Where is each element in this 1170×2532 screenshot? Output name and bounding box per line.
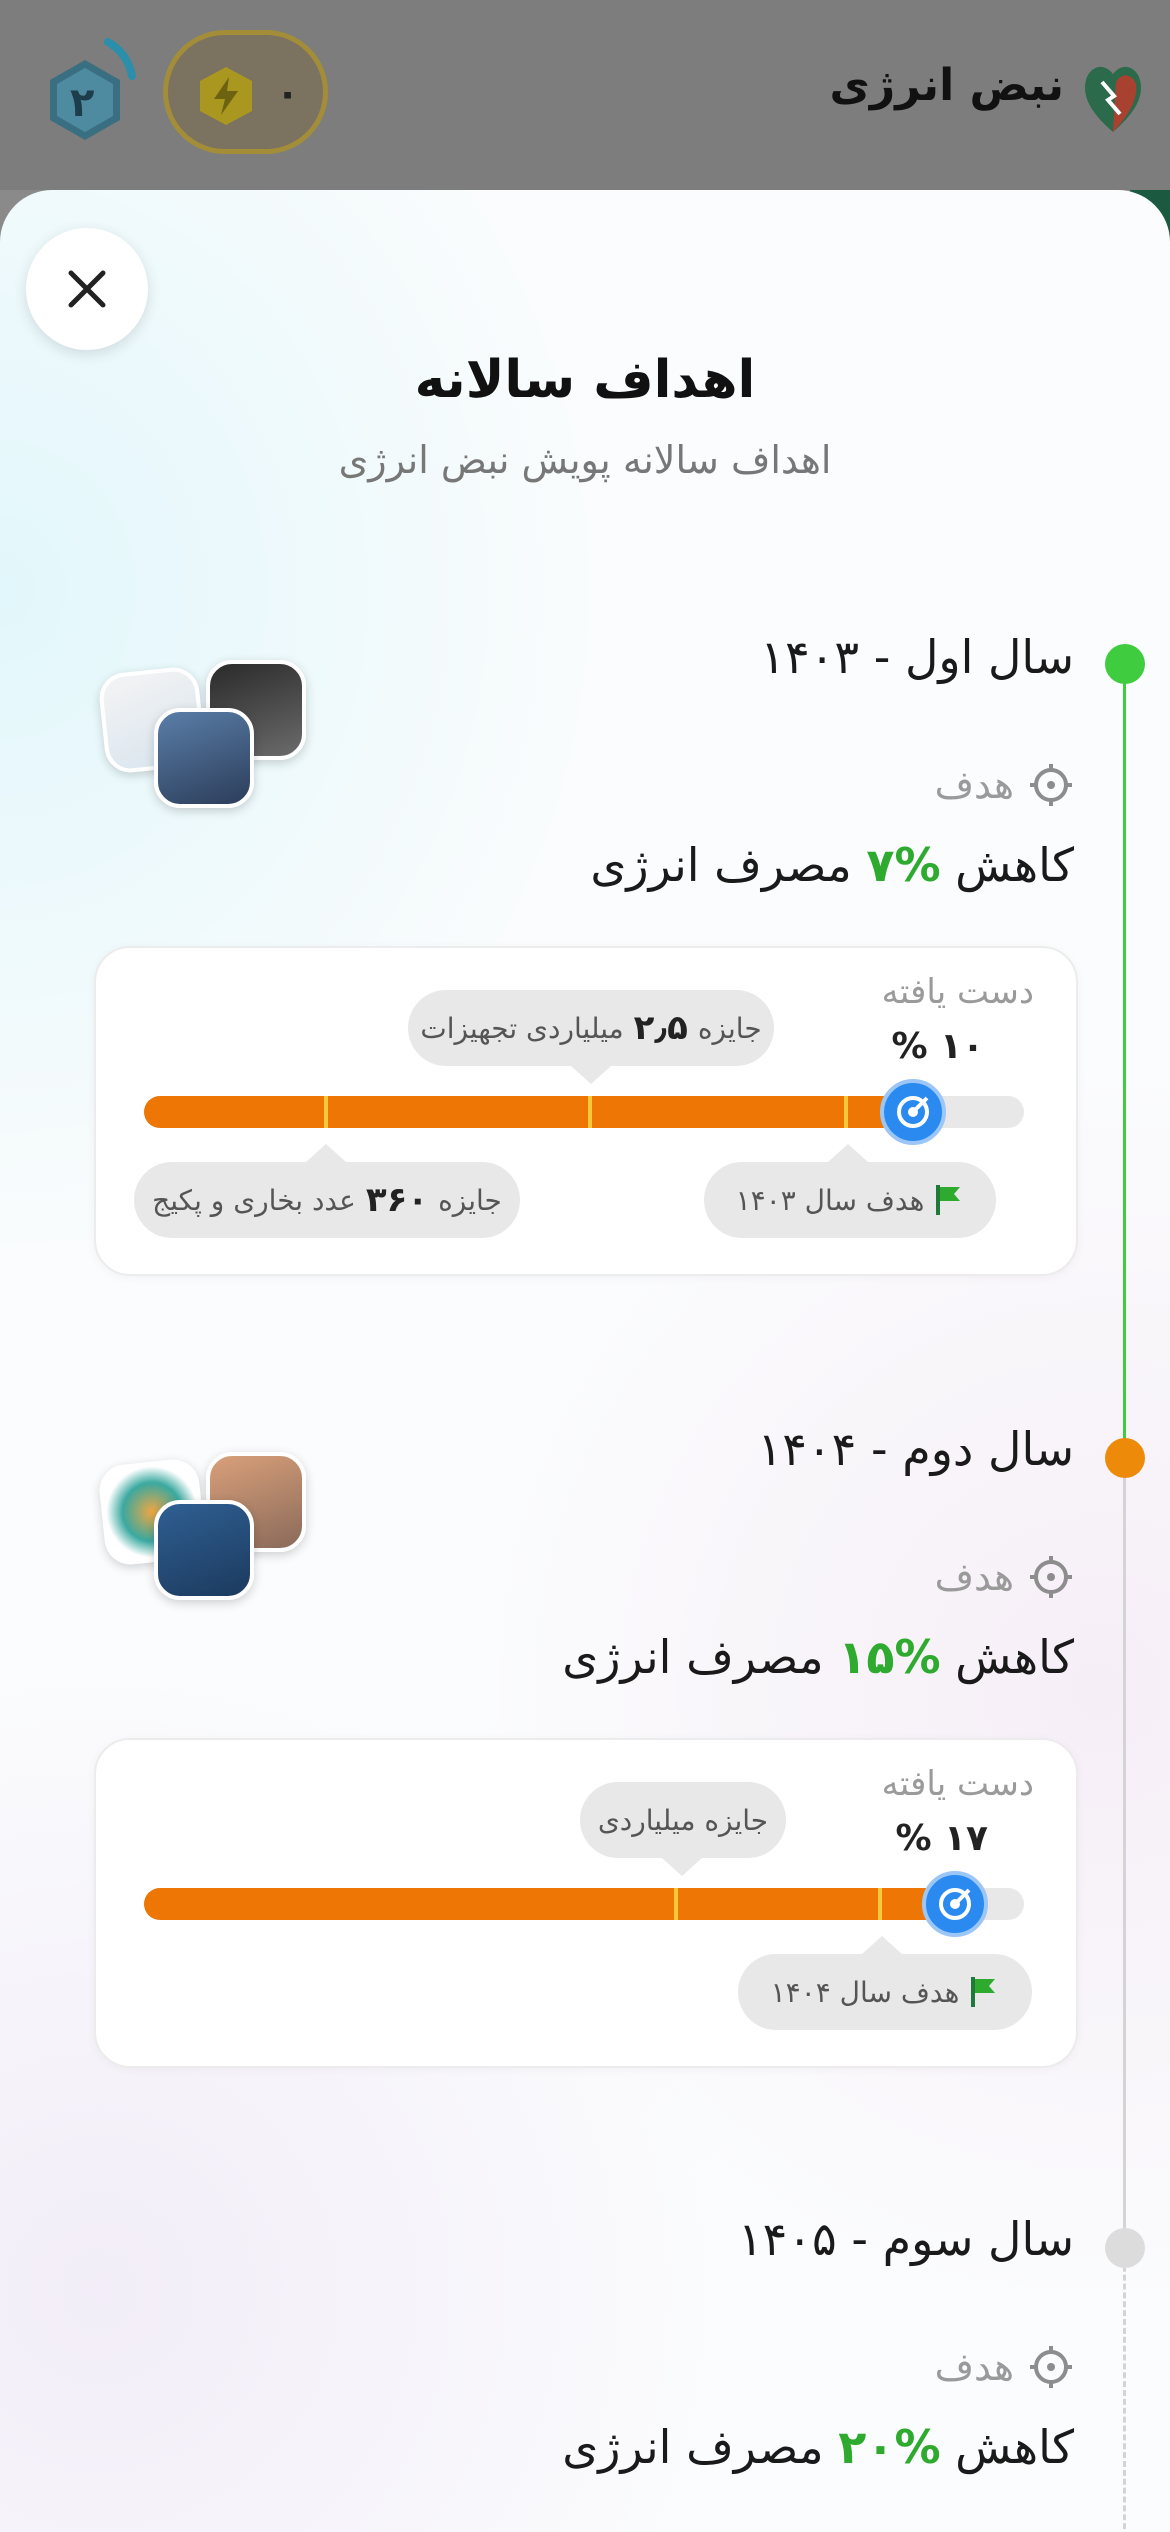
sheet-title: اهداف سالانه xyxy=(414,350,756,410)
goal-suffix: مصرف انرژی xyxy=(562,1630,824,1684)
year-3-title: سال سوم - ۱۴۰۵ xyxy=(737,2212,1074,2266)
year-2-progress-track xyxy=(144,1871,1024,1937)
app-title: نبض انرژی xyxy=(829,60,1064,111)
timeline-dot-year-2 xyxy=(1105,1438,1145,1478)
flag-icon xyxy=(936,1185,961,1215)
year-1-progress-fill xyxy=(144,1096,914,1128)
year-3-goal: کاهش %۲۰ مصرف انرژی xyxy=(562,2420,1074,2474)
achieved-value: ۱۰ % xyxy=(891,1026,984,1067)
sheet-subtitle: اهداف سالانه پویش نبض انرژی xyxy=(338,438,832,482)
level-badge[interactable]: ۲ xyxy=(30,28,140,158)
progress-knob[interactable] xyxy=(880,1079,946,1145)
target-icon xyxy=(1030,2346,1072,2388)
bubble-amount: ۳۶۰ xyxy=(365,1180,429,1220)
bubble-pointer xyxy=(571,1066,611,1084)
year-1-goal-label: هدف xyxy=(935,762,1074,808)
bubble-pointer xyxy=(828,1144,868,1162)
year-2-title: سال دوم - ۱۴۰۴ xyxy=(757,1422,1074,1476)
year-2-progress-fill xyxy=(144,1888,956,1920)
goal-prefix: کاهش xyxy=(955,1630,1074,1684)
goal-prefix: کاهش xyxy=(955,838,1074,892)
bubble-pointer xyxy=(662,1858,702,1876)
energy-coin-counter[interactable]: ۰ xyxy=(163,30,328,154)
target-flag-text: هدف سال ۱۴۰۴ xyxy=(770,1975,960,2009)
year-1-progress-track xyxy=(144,1079,1024,1145)
year-1-progress-card: دست یافته ۱۰ % جایزه ۲٫۵ میلیاردی تجهیزا… xyxy=(94,946,1078,1276)
goal-percent: %۱۵ xyxy=(838,1630,941,1684)
achieved-label: دست یافته xyxy=(881,1764,1034,1804)
timeline-dot-year-3 xyxy=(1105,2228,1145,2268)
bubble-pointer xyxy=(862,1936,902,1954)
goal-percent: %۲۰ xyxy=(838,2420,941,2474)
bubble-text: جایزه میلیاردی xyxy=(597,1803,769,1837)
year-2-goal: کاهش %۱۵ مصرف انرژی xyxy=(562,1630,1074,1684)
bubble-amount: ۲٫۵ xyxy=(633,1008,688,1048)
timeline-line-upcoming xyxy=(1123,2248,1126,2532)
timeline-dot-year-1 xyxy=(1105,644,1145,684)
milestone-tick xyxy=(324,1096,328,1128)
app-header: نبض انرژی ۰ ۲ xyxy=(0,0,1170,190)
target-hit-icon xyxy=(897,1096,929,1128)
bubble-pointer xyxy=(306,1144,346,1162)
achieved-value: ۱۷ % xyxy=(895,1818,988,1859)
milestone-tick xyxy=(878,1888,882,1920)
energy-coin-icon xyxy=(200,67,252,125)
achieved-label: دست یافته xyxy=(881,972,1034,1012)
goal-label-text: هدف xyxy=(934,763,1014,807)
reward-bubble-billion[interactable]: جایزه میلیاردی xyxy=(580,1782,786,1858)
year-2-photo-stack[interactable] xyxy=(96,1452,306,1602)
bubble-text: میلیاردی تجهیزات xyxy=(420,1011,624,1045)
goal-label-text: هدف xyxy=(934,2345,1014,2389)
progress-knob[interactable] xyxy=(922,1871,988,1937)
goal-suffix: مصرف انرژی xyxy=(590,838,852,892)
target-icon xyxy=(1030,764,1072,806)
level-number: ۲ xyxy=(70,80,95,126)
year-1-title: سال اول - ۱۴۰۳ xyxy=(760,630,1074,684)
year-1-target-flag[interactable]: هدف سال ۱۴۰۳ xyxy=(704,1162,996,1238)
annual-goals-sheet: اهداف سالانه اهداف سالانه پویش نبض انرژی… xyxy=(0,190,1170,2532)
year-3-goal-label: هدف xyxy=(935,2344,1074,2390)
year-1-goal: کاهش %۷ مصرف انرژی xyxy=(590,838,1074,892)
goal-prefix: کاهش xyxy=(955,2420,1074,2474)
year-2-target-flag[interactable]: هدف سال ۱۴۰۴ xyxy=(738,1954,1032,2030)
bubble-text: عدد بخاری و پکیج xyxy=(152,1183,356,1217)
app-logo-icon xyxy=(1085,66,1141,132)
bubble-text: جایزه xyxy=(438,1183,502,1217)
goal-label-text: هدف xyxy=(934,1555,1014,1599)
milestone-tick xyxy=(844,1096,848,1128)
close-icon xyxy=(68,270,106,308)
goal-suffix: مصرف انرژی xyxy=(562,2420,824,2474)
target-flag-text: هدف سال ۱۴۰۳ xyxy=(735,1183,925,1217)
year-1-photo-2 xyxy=(154,708,254,808)
timeline-line-current xyxy=(1123,1458,1126,2248)
reward-bubble-heaters[interactable]: جایزه ۳۶۰ عدد بخاری و پکیج xyxy=(134,1162,520,1238)
milestone-tick xyxy=(588,1096,592,1128)
close-button[interactable] xyxy=(26,228,148,350)
year-1-photo-stack[interactable] xyxy=(96,660,306,810)
target-icon xyxy=(1030,1556,1072,1598)
year-2-progress-card: دست یافته ۱۷ % جایزه میلیاردی هدف سال ۱۴… xyxy=(94,1738,1078,2068)
reward-bubble-equipment[interactable]: جایزه ۲٫۵ میلیاردی تجهیزات xyxy=(408,990,774,1066)
milestone-tick xyxy=(674,1888,678,1920)
flag-icon xyxy=(971,1977,996,2007)
target-hit-icon xyxy=(939,1888,971,1920)
year-2-goal-label: هدف xyxy=(935,1554,1074,1600)
year-2-photo-2 xyxy=(154,1500,254,1600)
coin-count: ۰ xyxy=(276,71,300,115)
bubble-text: جایزه xyxy=(697,1011,762,1045)
goal-percent: %۷ xyxy=(866,838,941,892)
